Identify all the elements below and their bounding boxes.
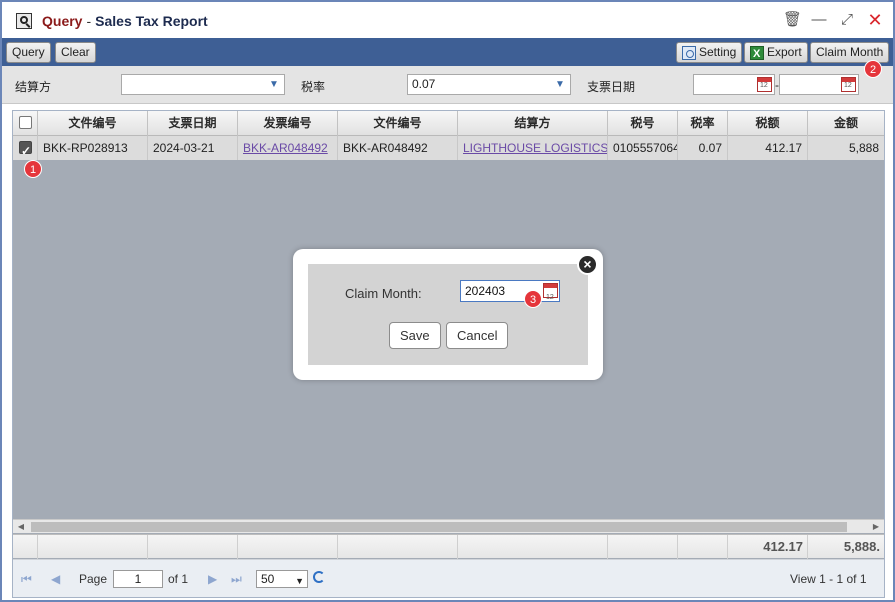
claim-month-dialog [293,249,603,380]
calendar-icon[interactable] [543,283,558,308]
dialog-close-icon[interactable]: × [577,254,598,275]
claim-month-value: 202403 [465,284,506,298]
claim-month-input[interactable]: 202403 [460,280,560,308]
claim-month-label: Claim Month: [345,286,422,301]
modal-overlay: × Claim Month: 202403 3 Save Cancel [0,0,895,602]
save-button[interactable]: Save [389,322,441,349]
save-button-label: Save [400,328,430,343]
step-badge-3: 3 [524,290,542,308]
cancel-button[interactable]: Cancel [446,322,509,349]
cancel-button-label: Cancel [457,328,498,343]
